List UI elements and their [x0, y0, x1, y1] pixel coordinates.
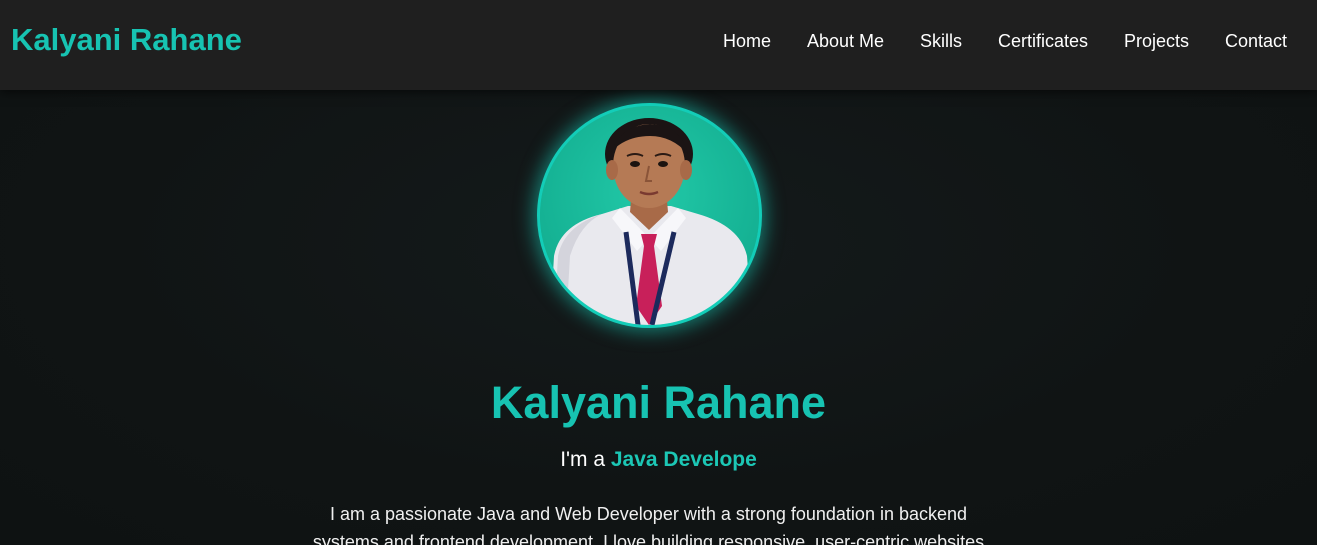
typed-role-text: Java Develope [610, 448, 757, 471]
bio-paragraph: I am a passionate Java and Web Developer… [312, 504, 985, 545]
nav-link-contact[interactable]: Contact [1225, 31, 1287, 52]
nav-link-certificates[interactable]: Certificates [998, 31, 1088, 52]
nav-link-skills[interactable]: Skills [920, 31, 962, 52]
role-prefix: I'm a [560, 448, 611, 471]
brand-logo-link[interactable]: Kalyani Rahane [11, 22, 242, 58]
top-navbar: Kalyani Rahane Home About Me Skills Cert… [0, 0, 1317, 90]
profile-avatar [537, 103, 762, 328]
nav-link-about-me[interactable]: About Me [807, 31, 884, 52]
hero-name-heading: Kalyani Rahane [490, 377, 827, 428]
nav-link-projects[interactable]: Projects [1124, 31, 1189, 52]
nav-link-home[interactable]: Home [723, 31, 771, 52]
profile-photo-illustration [540, 106, 759, 325]
role-tagline: I'm a Java Develope [0, 448, 1317, 472]
